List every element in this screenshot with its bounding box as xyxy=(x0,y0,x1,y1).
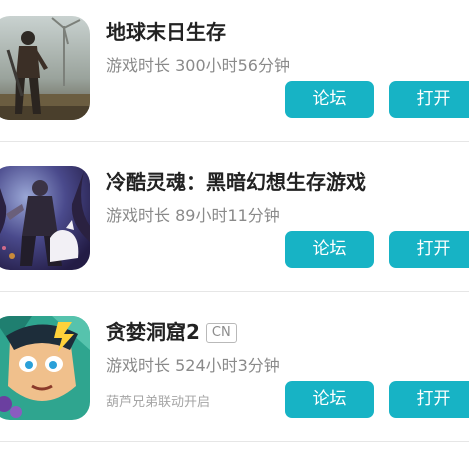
survivor-artwork-icon[interactable] xyxy=(0,16,90,120)
game-title: 地球末日生存 xyxy=(106,20,226,44)
play-time: 游戏时长 89小时11分钟 xyxy=(106,206,280,225)
game-title-text: 贪婪洞窟2 xyxy=(106,320,200,344)
divider xyxy=(0,141,469,142)
cave-hero-artwork-icon[interactable] xyxy=(0,316,90,420)
divider xyxy=(0,291,469,292)
divider xyxy=(0,441,469,442)
game-title: 贪婪洞窟2 CN xyxy=(106,316,237,345)
forum-button[interactable]: 论坛 xyxy=(285,81,374,118)
dark-knight-wolf-artwork-icon[interactable] xyxy=(0,166,90,270)
play-time: 游戏时长 524小时3分钟 xyxy=(106,356,280,375)
open-button[interactable]: 打开 xyxy=(389,381,469,418)
promo-text: 葫芦兄弟联动开启 xyxy=(106,395,211,410)
game-title: 冷酷灵魂：黑暗幻想生存游戏 xyxy=(106,170,366,194)
game-row-3: 贪婪洞窟2 CN 游戏时长 524小时3分钟 葫芦兄弟联动开启 论坛 打开 xyxy=(0,300,469,450)
play-time: 游戏时长 300小时56分钟 xyxy=(106,56,290,75)
forum-button[interactable]: 论坛 xyxy=(285,381,374,418)
forum-button[interactable]: 论坛 xyxy=(285,231,374,268)
region-tag: CN xyxy=(205,323,237,343)
open-button[interactable]: 打开 xyxy=(389,81,469,118)
game-row-1: 地球末日生存 游戏时长 300小时56分钟 论坛 打开 xyxy=(0,0,469,150)
open-button[interactable]: 打开 xyxy=(389,231,469,268)
game-row-2: 冷酷灵魂：黑暗幻想生存游戏 游戏时长 89小时11分钟 论坛 打开 xyxy=(0,150,469,300)
